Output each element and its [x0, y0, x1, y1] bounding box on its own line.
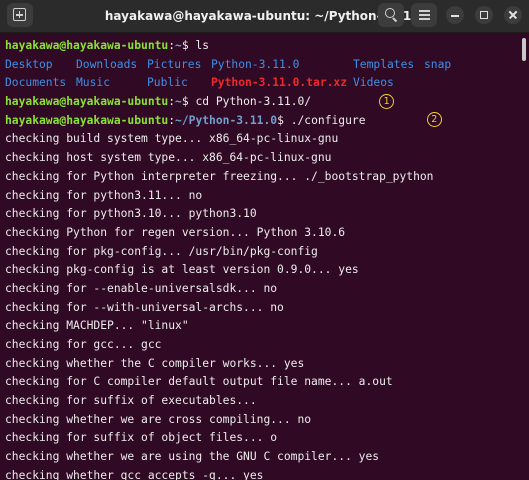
ls-entry: Music [76, 76, 111, 90]
scrollbar[interactable] [521, 38, 527, 478]
output-line: checking build system type... x86_64-pc-… [5, 132, 339, 146]
ls-output-row: Documents Music Public Python-3.11.0.tar… [5, 74, 517, 93]
output-line: checking host system type... x86_64-pc-l… [5, 151, 332, 165]
ls-entry: Templates [353, 57, 415, 71]
prompt-path: ~ [175, 39, 182, 52]
maximize-button[interactable] [475, 6, 493, 24]
terminal-window: hayakawa@hayakawa-ubuntu: ~/Python-3.11.… [0, 0, 529, 480]
prompt-symbol: $ [277, 113, 284, 127]
ls-entry: Desktop [5, 57, 53, 71]
prompt-line: hayakawa@hayakawa-ubuntu:~$ cd Python-3.… [5, 93, 517, 112]
prompt-path: ~ [175, 95, 182, 109]
annotation-marker: 1 [379, 93, 395, 109]
search-button[interactable] [378, 3, 404, 27]
output-line: checking for --with-universal-archs... n… [5, 300, 284, 314]
ls-entry: Videos [353, 76, 394, 90]
prompt-user: hayakawa@hayakawa-ubuntu [5, 113, 169, 127]
ls-entry: Python-3.11.0.tar.xz [211, 76, 348, 90]
close-button[interactable] [504, 6, 522, 24]
prompt-symbol: $ [181, 39, 189, 52]
prompt-path: ~/Python-3.11.0 [175, 113, 278, 127]
prompt-line: hayakawa@hayakawa-ubuntu:~$ ls [5, 37, 517, 56]
ls-entry: Public [147, 76, 188, 90]
scrollbar-thumb[interactable] [522, 38, 526, 61]
new-tab-button[interactable] [7, 3, 33, 27]
ls-entry: Pictures [147, 57, 202, 71]
prompt-command: ./configure [283, 113, 366, 127]
title-bar: hayakawa@hayakawa-ubuntu: ~/Python-3.11.… [0, 0, 529, 33]
ls-entry: Downloads [76, 57, 138, 71]
output-line: checking for python3.11... no [5, 188, 203, 202]
prompt-user: hayakawa@hayakawa-ubuntu [5, 95, 169, 109]
ls-entry: Documents [5, 76, 67, 90]
output-line: checking for C compiler default output f… [5, 375, 393, 389]
annotation-marker: 2 [426, 112, 442, 128]
output-line: checking for gcc... gcc [5, 338, 162, 351]
menu-button[interactable] [411, 3, 437, 27]
prompt-symbol: $ [181, 95, 189, 109]
ls-entry: Python-3.11.0 [211, 57, 300, 71]
prompt-user: hayakawa@hayakawa-ubuntu [5, 39, 169, 52]
minimize-button[interactable] [446, 6, 464, 24]
ls-entry: snap [424, 57, 452, 71]
output-line: checking for suffix of executables... [5, 394, 257, 408]
prompt-command: cd Python-3.11.0/ [188, 95, 312, 109]
terminal-output[interactable]: hayakawa@hayakawa-ubuntu:~$ ls Desktop D… [5, 37, 517, 480]
output-line: checking for Python interpreter freezing… [5, 169, 434, 183]
output-line: checking for --enable-universalsdk... no [5, 281, 278, 295]
output-line: checking whether we are cross compiling.… [5, 412, 312, 426]
output-line: checking for python3.10... python3.10 [5, 207, 257, 221]
output-line: checking for pkg-config... /usr/bin/pkg-… [5, 244, 318, 258]
output-line: checking for suffix of object files... o [5, 431, 278, 445]
output-line: checking pkg-config is at least version … [5, 263, 359, 277]
output-line: checking whether we are using the GNU C … [5, 450, 380, 464]
output-line: checking whether gcc accepts -g... yes [5, 468, 264, 480]
ls-output-row: Desktop Downloads Pictures Python-3.11.0… [5, 56, 517, 75]
output-line: checking MACHDEP... "linux" [5, 319, 189, 333]
output-line: checking Python for regen version... Pyt… [5, 225, 346, 239]
prompt-command: ls [188, 39, 210, 52]
output-line: checking whether the C compiler works...… [5, 356, 305, 370]
prompt-line: hayakawa@hayakawa-ubuntu:~/Python-3.11.0… [5, 112, 517, 131]
